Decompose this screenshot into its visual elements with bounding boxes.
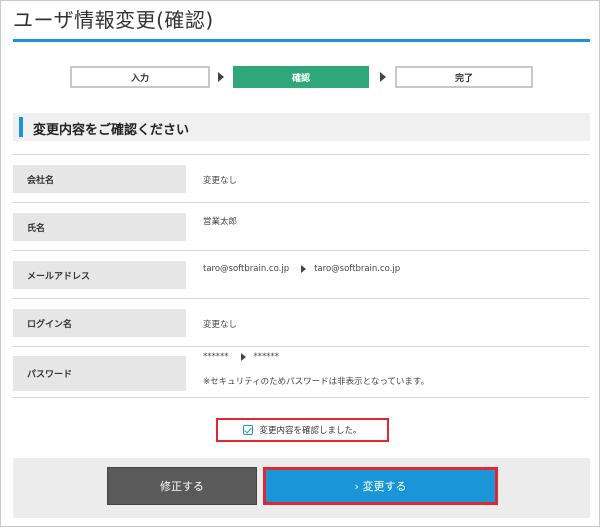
password-note: ※セキュリティのためパスワードは非表示となっています。	[203, 377, 430, 387]
field-label: 氏名	[13, 213, 186, 241]
title-divider	[13, 39, 590, 42]
field-value: 変更なし	[203, 176, 238, 186]
field-label: ログイン名	[13, 309, 186, 337]
page-title: ユーザ情報変更(確認)	[13, 8, 214, 32]
progress-steps: 入力 確認 完了	[70, 66, 533, 88]
step-arrow-icon	[218, 72, 224, 82]
checkbox-checked-icon[interactable]	[243, 425, 254, 435]
step-complete: 完了	[395, 66, 533, 88]
old-value: taro@softbrain.co.jp	[203, 264, 290, 274]
row-name: 氏名 営業太郎	[13, 202, 590, 250]
new-value: taro@softbrain.co.jp	[314, 264, 401, 274]
fix-button[interactable]: 修正する	[107, 467, 257, 505]
section-header: 変更内容をご確認ください	[13, 113, 590, 141]
step-arrow-icon	[380, 72, 386, 82]
step-confirm: 確認	[233, 66, 369, 88]
row-password: パスワード ****** ****** ※セキュリティのためパスワードは非表示とな…	[13, 346, 590, 398]
confirm-checkbox-row[interactable]: 変更内容を確認しました。	[216, 418, 389, 442]
new-value: ******	[253, 352, 280, 362]
row-login: ログイン名 変更なし	[13, 298, 590, 346]
old-value: ******	[203, 352, 229, 362]
field-value-change: taro@softbrain.co.jp taro@softbrain.co.jp	[203, 264, 400, 274]
button-bar: 修正する › 変更する	[13, 458, 590, 518]
step-input: 入力	[70, 66, 210, 88]
submit-button[interactable]: › 変更する	[263, 467, 498, 505]
row-email: メールアドレス taro@softbrain.co.jp taro@softbra…	[13, 250, 590, 298]
field-label: パスワード	[13, 356, 186, 391]
section-title: 変更内容をご確認ください	[33, 123, 190, 138]
confirmation-table: 会社名 変更なし 氏名 営業太郎 メールアドレス taro@softbrain.…	[13, 154, 590, 398]
section-accent-bar	[19, 117, 23, 137]
field-label: 会社名	[13, 165, 186, 193]
field-value-change: ****** ******	[203, 352, 279, 362]
arrow-right-icon	[240, 352, 246, 361]
field-value: 変更なし	[203, 320, 238, 330]
arrow-right-icon	[301, 264, 307, 273]
field-label: メールアドレス	[13, 261, 186, 289]
row-company: 会社名 変更なし	[13, 154, 590, 202]
confirm-label: 変更内容を確認しました。	[259, 426, 362, 436]
field-value: 営業太郎	[203, 217, 238, 227]
